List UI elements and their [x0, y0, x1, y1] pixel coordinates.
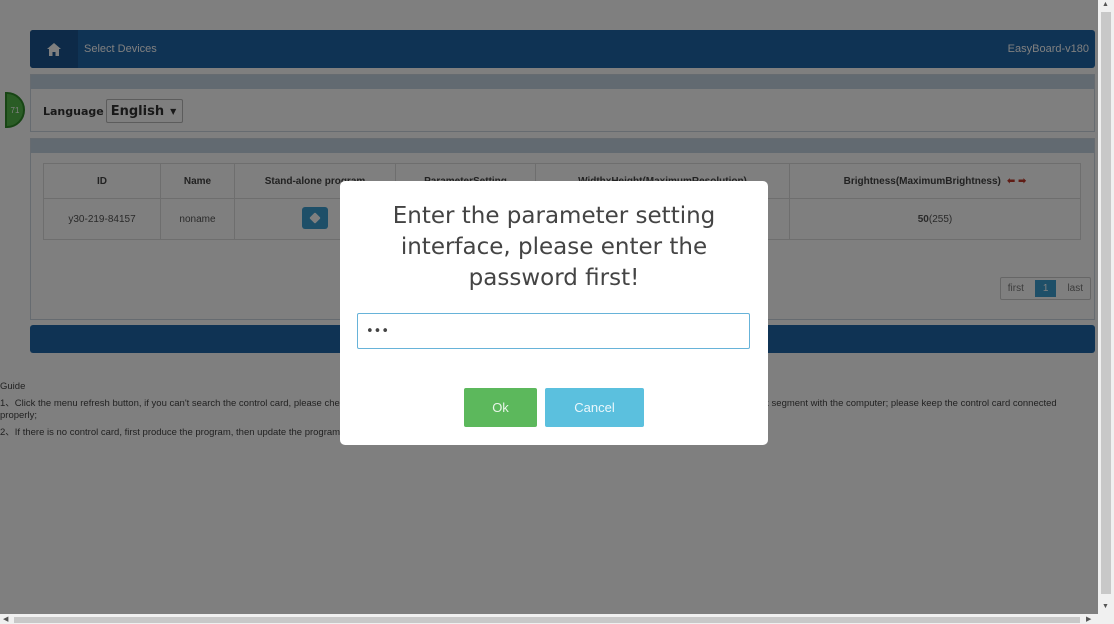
dialog-title: Enter the parameter setting interface, p… [392, 203, 716, 291]
scroll-right-icon[interactable]: ▶ [1086, 615, 1091, 623]
ok-button[interactable]: Ok [464, 388, 537, 427]
vertical-scrollbar[interactable]: ▲ ▼ [1098, 0, 1114, 614]
cancel-button[interactable]: Cancel [545, 388, 644, 427]
scroll-left-icon[interactable]: ◀ [3, 615, 8, 623]
vertical-scroll-thumb[interactable] [1101, 12, 1111, 594]
scroll-down-icon[interactable]: ▼ [1102, 603, 1109, 610]
page: Select Devices EasyBoard-v180 Language E… [0, 0, 1098, 614]
horizontal-scroll-thumb[interactable] [14, 617, 1080, 623]
password-input[interactable] [357, 313, 750, 349]
password-dialog: Enter the parameter setting interface, p… [340, 181, 768, 445]
scroll-up-icon[interactable]: ▲ [1102, 1, 1109, 8]
horizontal-scrollbar[interactable]: ◀ ▶ [0, 614, 1098, 624]
